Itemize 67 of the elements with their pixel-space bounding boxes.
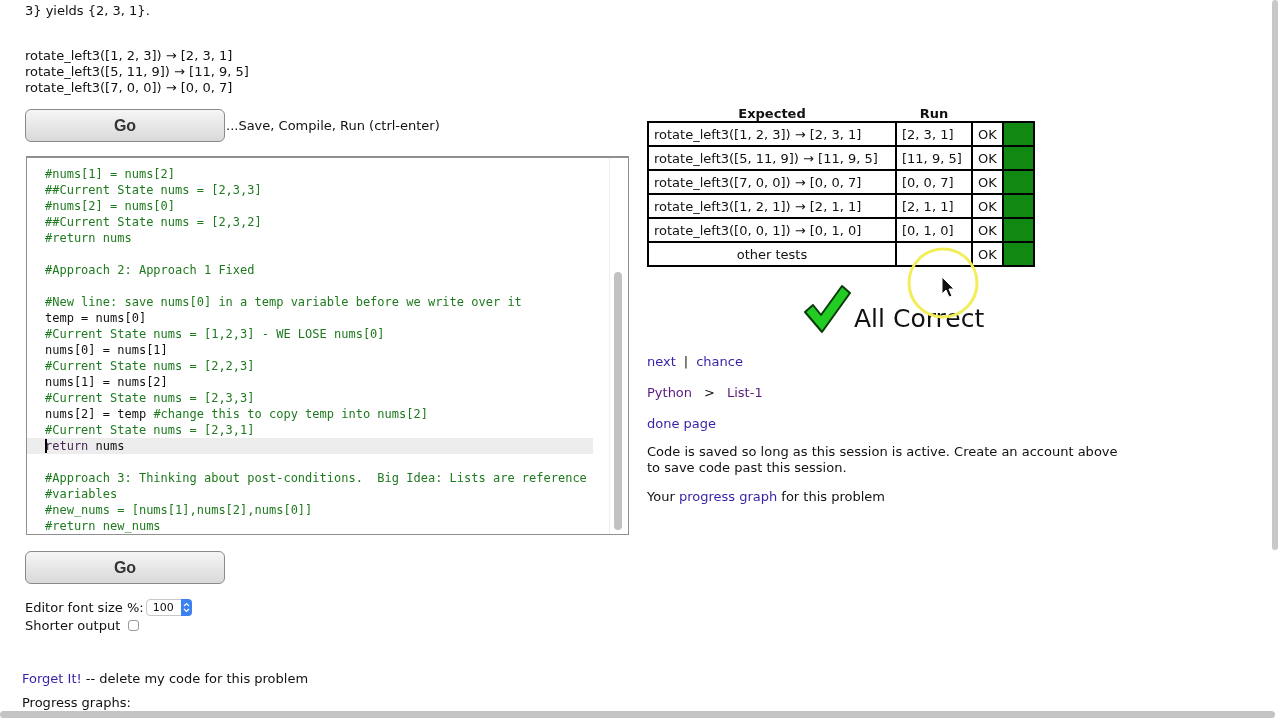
column-header: Run xyxy=(896,105,972,122)
code-line: ##Current State nums = [2,3,3] xyxy=(44,182,263,198)
shorter-output-checkbox[interactable] xyxy=(128,619,140,631)
code-line: #Current State nums = [1,2,3] - WE LOSE nums[0] xyxy=(44,326,386,342)
editor-scrollbar[interactable] xyxy=(614,272,622,530)
code-line: #Approach 2: Approach 1 Fixed xyxy=(44,262,256,278)
code-line: #Current State nums = [2,2,3] xyxy=(44,358,256,374)
status-cell: OK xyxy=(972,170,1003,194)
progress-graph-link[interactable]: progress graph xyxy=(678,489,778,504)
code-line: #return nums xyxy=(44,230,133,246)
expected-cell: rotate_left3([0, 0, 1]) → [0, 1, 0] xyxy=(648,218,896,242)
stepper-icon[interactable] xyxy=(180,598,192,616)
code-line: #variables xyxy=(44,486,119,502)
forget-it-link[interactable]: Forget It! xyxy=(22,671,82,686)
expected-cell: rotate_left3([5, 11, 9]) → [11, 9, 5] xyxy=(648,146,896,170)
page-scrollbar[interactable] xyxy=(1272,0,1278,550)
done-page-link[interactable]: done page xyxy=(647,415,717,432)
code-line: #nums[2] = nums[0] xyxy=(44,198,177,214)
run-cell: [2, 1, 1] xyxy=(896,194,972,218)
status-cell: OK xyxy=(972,146,1003,170)
status-cell: OK xyxy=(972,218,1003,242)
shorter-output-label: Shorter output xyxy=(25,617,121,633)
run-cell: [0, 1, 0] xyxy=(896,218,972,242)
breadcrumb-link[interactable]: List-1 xyxy=(726,384,763,401)
code-line: #Current State nums = [2,3,1] xyxy=(44,422,256,438)
go-hint: ...Save, Compile, Run (ctrl-enter) xyxy=(226,118,440,133)
status-cell: OK xyxy=(972,242,1003,266)
code-line: #nums[1] = nums[2] xyxy=(44,166,177,182)
code-line: temp = nums[0] xyxy=(44,310,148,326)
summary-cell: other tests xyxy=(648,242,896,266)
run-cell: [0, 0, 7] xyxy=(896,170,972,194)
forget-note: Forget It! -- delete my code for this problem xyxy=(22,671,310,686)
status-cell: OK xyxy=(972,122,1003,146)
go-button[interactable]: Go xyxy=(25,109,225,142)
separator-text: | xyxy=(683,353,689,370)
example-text: rotate_left3([7, 0, 0]) → [0, 0, 7] xyxy=(25,80,234,96)
code-line: #Approach 3: Thinking about post-conditions. Big Idea: Lists are reference xyxy=(44,470,588,486)
code-line: #return new_nums xyxy=(44,518,162,534)
code-line: #new_nums = [nums[1],nums[2],nums[0]] xyxy=(44,502,314,518)
nav-link[interactable]: chance xyxy=(696,353,743,370)
code-line: nums[1] = nums[2] xyxy=(44,374,169,390)
problem-text: 3} yields {2, 3, 1}. xyxy=(25,3,151,19)
expected-cell: rotate_left3([1, 2, 3]) → [2, 3, 1] xyxy=(648,122,896,146)
expected-cell: rotate_left3([1, 2, 1]) → [2, 1, 1] xyxy=(648,194,896,218)
code-line: #Current State nums = [2,3,3] xyxy=(44,390,256,406)
code-line: nums[0] = nums[1] xyxy=(44,342,169,358)
horizontal-scrollbar[interactable] xyxy=(0,711,1275,718)
nav-link[interactable]: next xyxy=(647,353,676,370)
example-text: rotate_left3([5, 11, 9]) → [11, 9, 5] xyxy=(25,64,250,80)
session-note: Code is saved so long as this session is active. Create an account above to save code past this session. xyxy=(647,444,1119,476)
font-size-label: Editor font size %: xyxy=(25,599,144,615)
code-line: nums[2] = temp #change this to copy temp into nums[2] xyxy=(44,406,429,422)
breadcrumb-link[interactable]: Python xyxy=(647,384,693,401)
go-button[interactable]: Go xyxy=(25,551,225,584)
example-text: rotate_left3([1, 2, 3]) → [2, 3, 1] xyxy=(25,48,234,64)
check-icon xyxy=(802,284,852,334)
column-header: Expected xyxy=(648,105,896,122)
font-size-select[interactable]: 100 xyxy=(145,598,192,616)
run-cell: [11, 9, 5] xyxy=(896,146,972,170)
separator-text: > xyxy=(704,384,715,401)
expected-cell: rotate_left3([7, 0, 0]) → [0, 0, 7] xyxy=(648,170,896,194)
run-cell: [2, 3, 1] xyxy=(896,122,972,146)
status-cell: OK xyxy=(972,194,1003,218)
code-line: #New line: save nums[0] in a temp variable before we write over it xyxy=(44,294,523,310)
progress-note: Your progress graph for this problem xyxy=(647,489,886,505)
progress-graphs-heading: Progress graphs: xyxy=(22,696,132,710)
code-line: ##Current State nums = [2,3,2] xyxy=(44,214,263,230)
